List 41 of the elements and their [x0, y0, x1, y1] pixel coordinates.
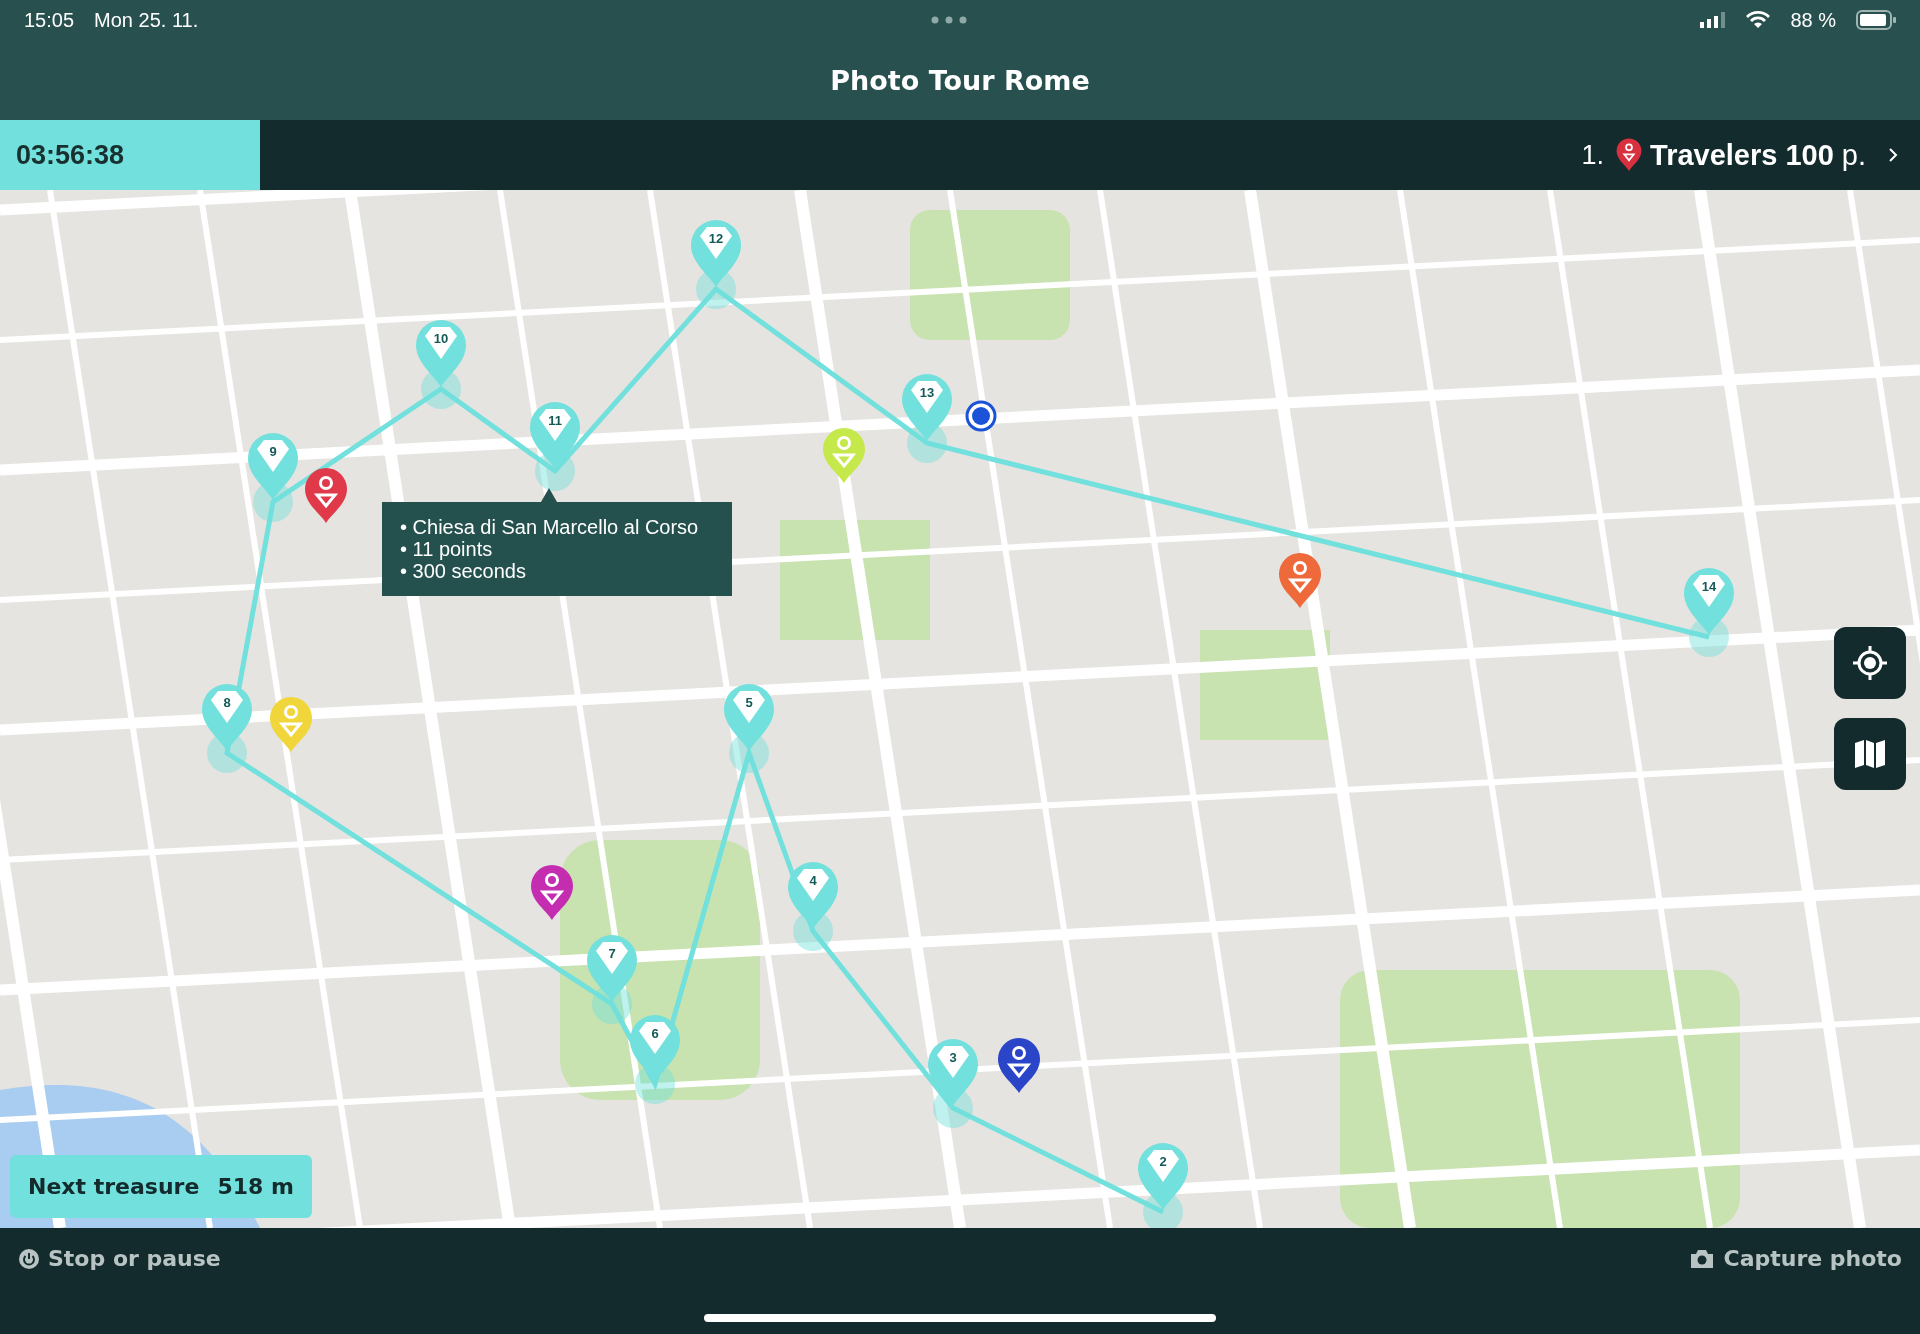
- player-marker[interactable]: [1278, 553, 1322, 609]
- clock-time: 15:05: [24, 8, 75, 32]
- next-treasure-label: Next treasure: [28, 1174, 200, 1199]
- stop-or-pause-button[interactable]: Stop or pause: [18, 1242, 221, 1275]
- map-view-button[interactable]: [1834, 718, 1906, 790]
- person-pin-icon: [1616, 138, 1643, 172]
- locate-icon: [1850, 643, 1890, 683]
- chevron-right-icon[interactable]: [1888, 147, 1898, 163]
- next-treasure-distance: 518 m: [217, 1174, 294, 1199]
- treasure-marker[interactable]: 13: [900, 373, 954, 443]
- score-unit: p.: [1841, 138, 1866, 172]
- team-name: Travelers: [1650, 138, 1778, 172]
- battery-icon: [1856, 10, 1896, 30]
- treasure-marker[interactable]: 11: [528, 401, 582, 471]
- team-rank: 1.: [1581, 139, 1605, 171]
- player-marker[interactable]: [269, 697, 313, 753]
- multitasking-dots-icon: [931, 16, 968, 24]
- wifi-icon: [1746, 11, 1771, 29]
- power-icon: [18, 1247, 40, 1270]
- current-location-dot: [965, 400, 997, 432]
- camera-icon: [1689, 1247, 1716, 1270]
- treasure-marker[interactable]: 14: [1682, 567, 1736, 637]
- locate-button[interactable]: [1834, 627, 1906, 699]
- player-marker[interactable]: [822, 428, 866, 484]
- treasure-marker[interactable]: 10: [414, 319, 468, 389]
- signal-icon: [1700, 12, 1727, 28]
- map-icon: [1853, 737, 1887, 771]
- countdown-timer: 03:56:38: [0, 120, 260, 190]
- screen-title: Photo Tour Rome: [830, 64, 1090, 96]
- treasure-marker[interactable]: 9: [246, 432, 300, 502]
- treasure-marker[interactable]: 3: [926, 1038, 980, 1108]
- battery-percentage: 88 %: [1790, 8, 1836, 32]
- player-marker[interactable]: [304, 468, 348, 524]
- player-marker[interactable]: [530, 865, 574, 921]
- treasure-marker[interactable]: 12: [689, 219, 743, 289]
- treasure-tooltip: • Chiesa di San Marcello al Corso • 11 points • 300 seconds: [382, 502, 732, 596]
- capture-photo-button[interactable]: Capture photo: [1689, 1242, 1902, 1275]
- team-score: 100: [1785, 138, 1834, 172]
- treasure-marker[interactable]: 7: [585, 934, 639, 1004]
- player-marker[interactable]: [997, 1038, 1041, 1094]
- date: Mon 25. 11.: [94, 8, 199, 32]
